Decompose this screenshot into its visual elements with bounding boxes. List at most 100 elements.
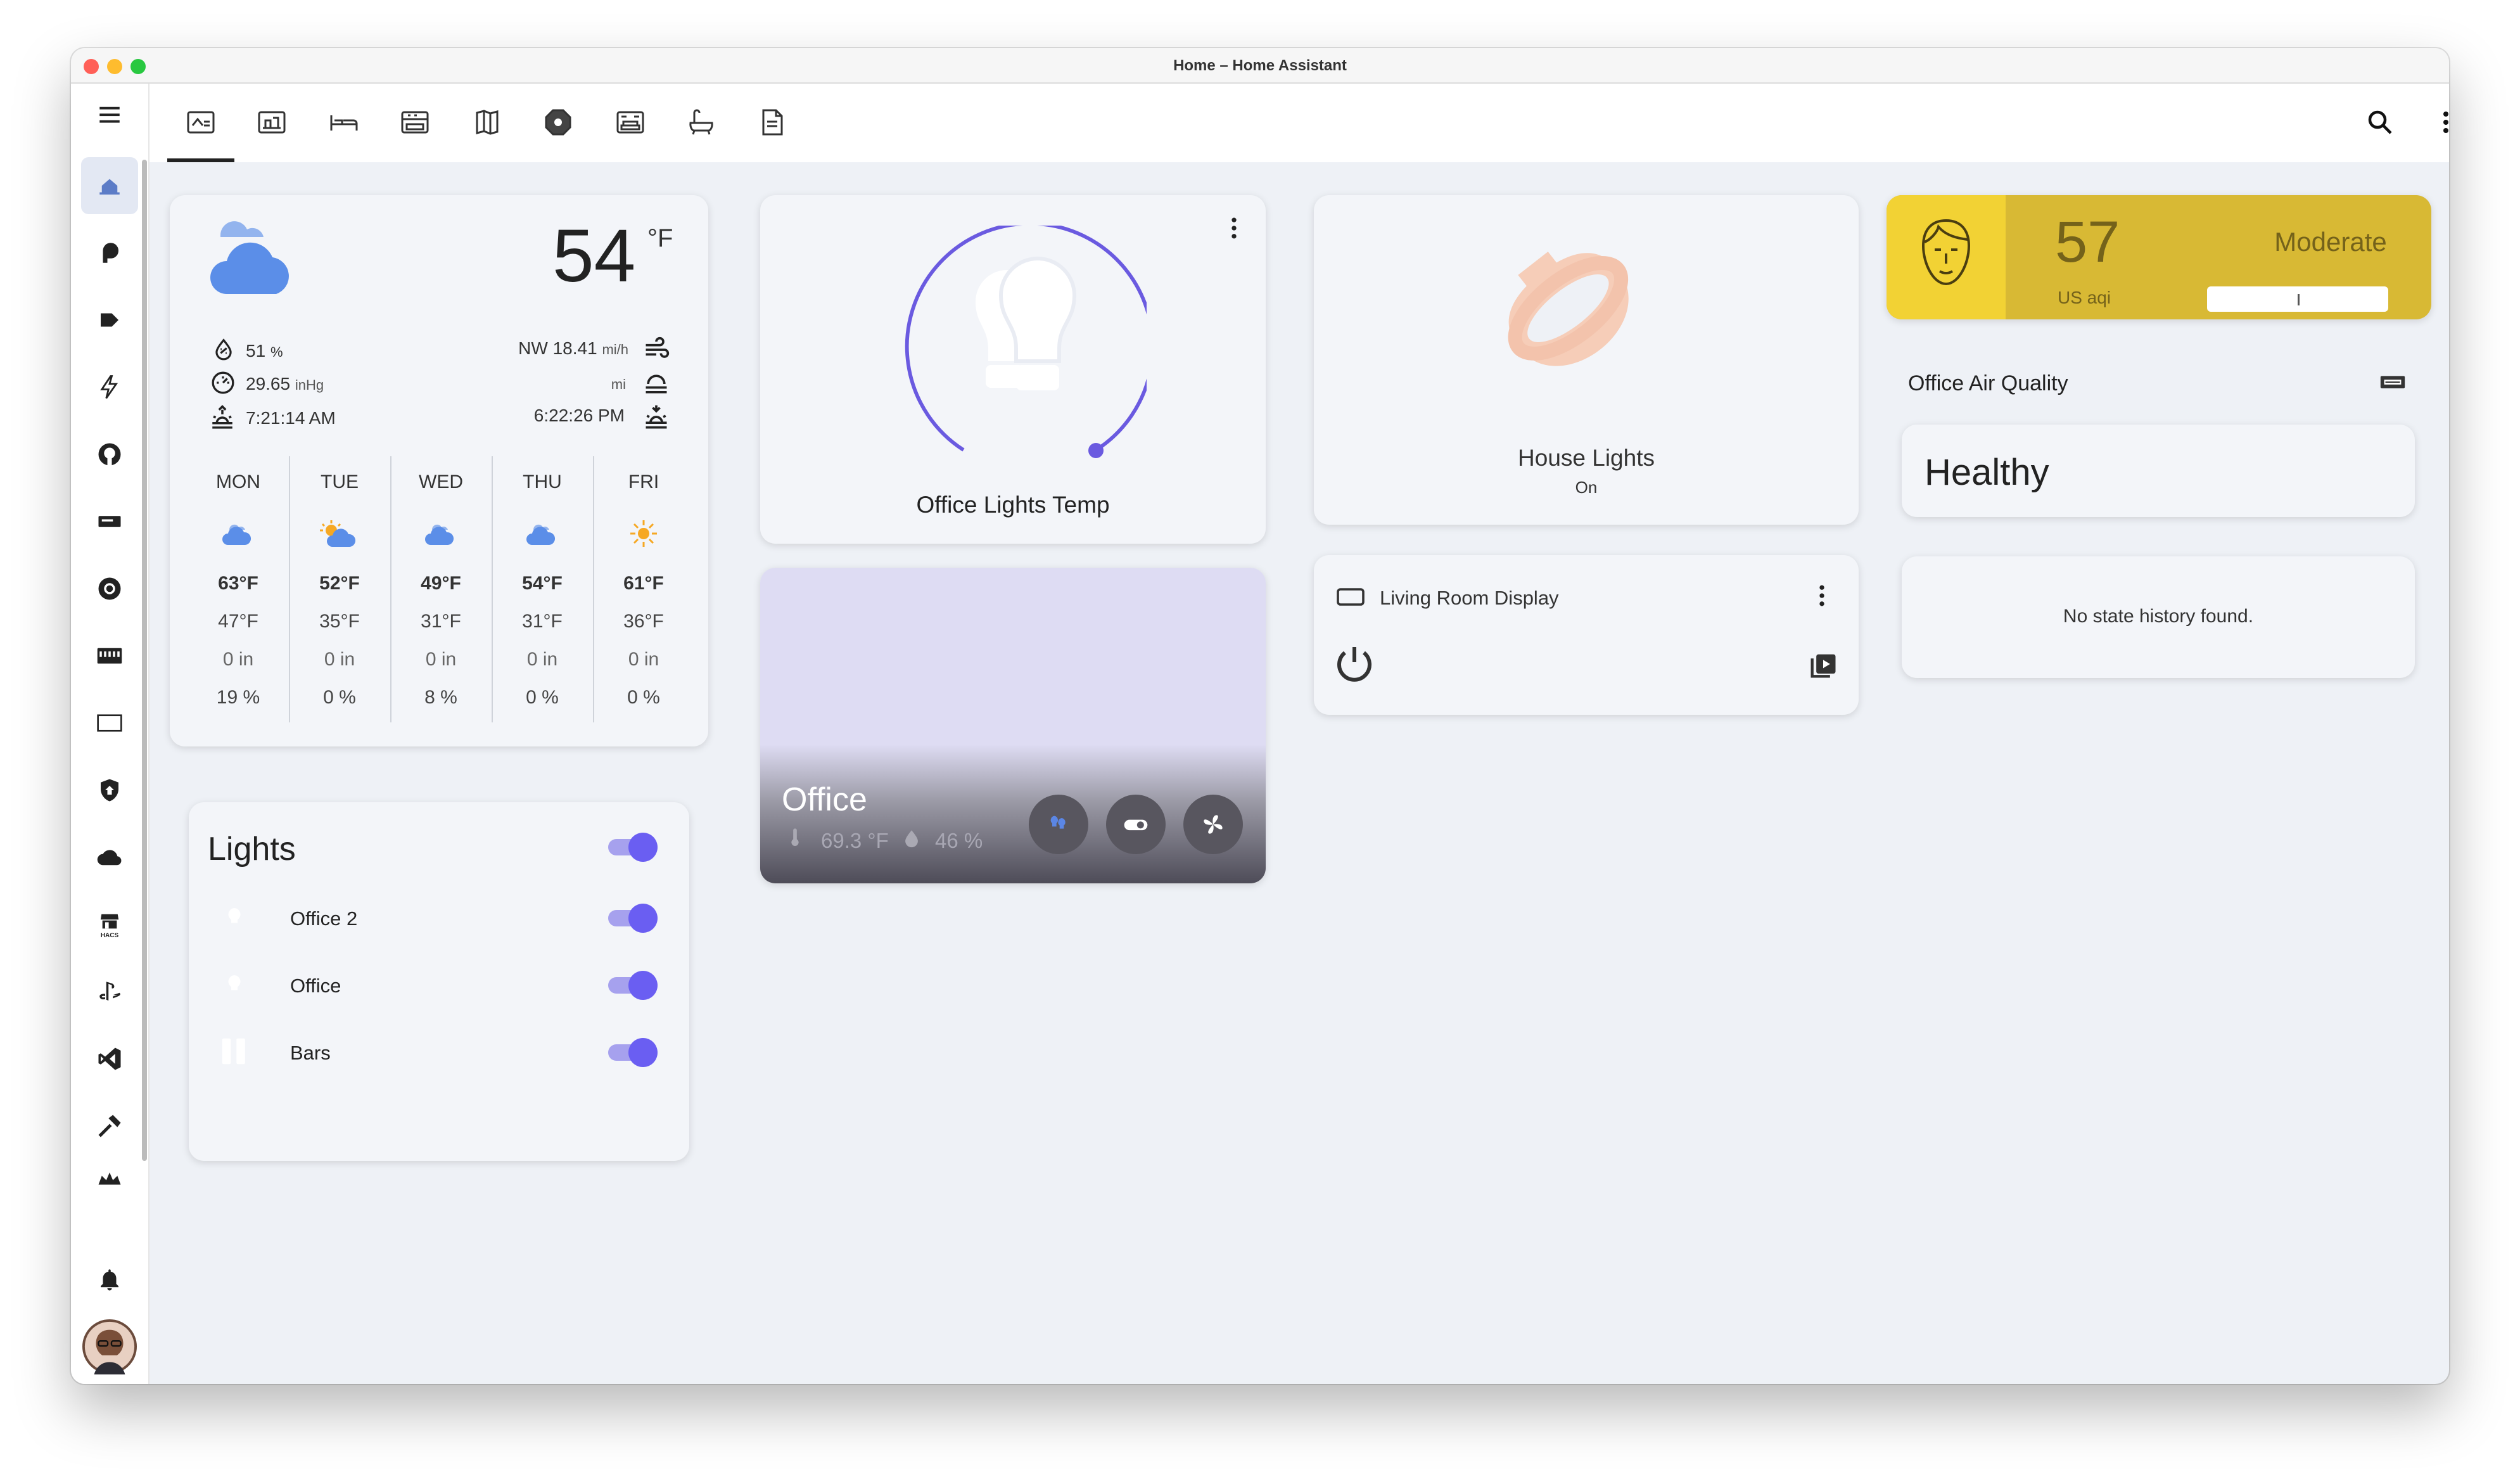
window-title: Home – Home Assistant [1173,57,1347,74]
bell-icon [101,1269,118,1291]
air-quality-section-title: Office Air Quality [1908,371,2068,395]
office-room-card[interactable]: Office 69.3 °F 46 % [760,568,1266,883]
rectangle-icon [97,714,122,732]
hammer-icon [98,1115,121,1137]
sidebar-item-energy[interactable] [81,224,138,281]
sidebar-item-display[interactable] [81,493,138,550]
light-office-toggle[interactable] [606,971,658,1000]
office-fan-button[interactable] [1183,795,1243,854]
notifications-button[interactable] [81,1251,138,1308]
tab-security[interactable] [536,100,580,144]
sidebar-item-rectangle[interactable] [81,695,138,752]
hacs-icon [100,914,119,928]
office-lights-temp-card[interactable]: Office Lights Temp [760,195,1266,544]
forecast-precipitation: 0 in [324,649,355,670]
sidebar-item-cloud[interactable] [81,829,138,886]
sunny-icon [593,515,694,553]
temperature-unit: °F [647,224,673,252]
office-room-name: Office [782,781,867,818]
tab-home[interactable] [179,100,223,144]
shield-icon [101,779,118,802]
sidebar-item-media[interactable] [81,291,138,349]
menu-icon [99,106,120,123]
user-profile-button[interactable] [81,1318,138,1375]
sidebar-item-overview[interactable] [81,157,138,214]
aqi-scale-marker [2298,294,2300,305]
forecast-high: 52°F [319,573,360,594]
bulb-icon [228,975,241,990]
air-quality-card[interactable]: 57 US aqi Moderate [1887,195,2431,319]
more-vert-icon [2443,112,2448,133]
map-tab-icon [476,110,499,135]
media-playlist-icon[interactable] [1807,649,1840,682]
forecast-high: 63°F [218,573,258,594]
lights-card: Lights Office 2 Office Bars [189,802,689,1161]
visibility-icon [646,375,667,394]
sunrise-time: 7:21:14 AM [246,408,336,428]
circle-icon [98,577,121,600]
power-button[interactable] [1332,641,1377,687]
office-light-button[interactable] [1029,795,1088,854]
fan-icon [1204,815,1223,834]
sidebar-item-shield[interactable] [81,762,138,819]
forecast-precip-probability: 0 % [526,687,559,708]
tab-office[interactable] [250,100,294,144]
sidebar-item-crown[interactable] [81,1165,138,1190]
house-lights-card[interactable]: House Lights On [1314,195,1859,525]
light-bars-name: Bars [290,1042,331,1064]
crown-icon [98,1172,121,1185]
lights-master-toggle[interactable] [606,833,658,862]
sidebar-item-circle[interactable] [81,560,138,617]
tab-living-room[interactable] [608,100,652,144]
bulb-icon [228,908,241,923]
tab-kitchen[interactable] [393,100,437,144]
color-temp-dial[interactable] [881,226,1147,492]
pressure-value: 29.65 [246,374,291,394]
light-bars-icon [222,1038,245,1065]
forecast-low: 31°F [522,611,563,632]
office-switch-button[interactable] [1106,795,1166,854]
forecast-day-label: MON [216,471,260,492]
tab-bathroom[interactable] [679,100,723,144]
notes-tab-icon [762,109,783,136]
forecast-day-label: THU [523,471,562,492]
top-toolbar [150,84,2449,162]
sidebar-item-automation[interactable] [81,359,138,416]
tab-map[interactable] [465,100,509,144]
energy-icon [103,243,118,263]
living-room-display-name: Living Room Display [1380,587,1559,609]
living-room-display-card[interactable]: Living Room Display [1314,555,1859,715]
sidebar-item-hacs[interactable]: HACS [81,896,138,953]
cloudy-weather-icon [210,221,289,294]
aqi-unit: US aqi [2058,288,2111,307]
tab-notes[interactable] [750,100,794,144]
sidebar-item-hammer[interactable] [81,1098,138,1155]
air-quality-state-card[interactable]: Healthy [1902,425,2415,517]
keyboard-icon [97,648,122,664]
office-room-humidity: 46 % [935,829,983,852]
forecast-day-label: FRI [628,471,659,492]
more-vert-icon[interactable] [1808,582,1836,610]
more-vert-icon[interactable] [1220,214,1248,242]
tab-bedroom[interactable] [322,100,366,144]
humidity-icon [215,338,232,361]
menu-button[interactable] [81,86,138,143]
sunrise-icon [212,405,232,429]
sidebar-item-keyboard[interactable] [81,627,138,684]
wind-value: NW 18.41 [518,338,597,358]
weather-card[interactable]: 54 °F 51 % 29.65 inHg 7:21:14 AM NW 18.4… [170,195,708,746]
more-options-button[interactable] [2424,100,2449,144]
search-button[interactable] [2358,100,2402,144]
light-office-2-toggle[interactable] [606,904,658,933]
forecast-precip-probability: 8 % [424,687,457,708]
aqi-scale-bar [2207,286,2388,312]
sidebar-item-github[interactable] [81,426,138,483]
sidebar-item-vscode[interactable] [81,1030,138,1087]
forecast-low: 47°F [218,611,258,632]
sidebar-item-playstation[interactable] [81,963,138,1020]
air-quality-face-panel [1887,195,2006,319]
forecast-day-tue: TUE 52°F 35°F 0 in 0 % [289,461,390,727]
cloud-icon [97,850,122,866]
light-bars-toggle[interactable] [606,1038,658,1067]
sidebar-scrollbar[interactable] [142,160,147,1161]
